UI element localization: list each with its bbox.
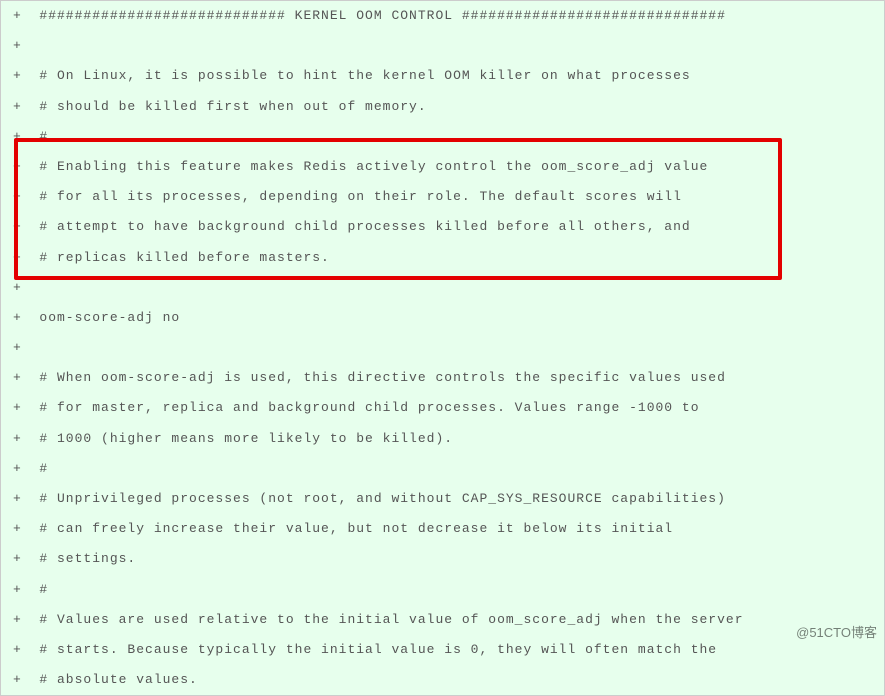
diff-code-block: + ############################ KERNEL OO… (0, 0, 885, 696)
diff-line: + # absolute values. (1, 665, 884, 695)
watermark-text: @51CTO博客 (796, 624, 877, 642)
diff-line: + # can freely increase their value, but… (1, 514, 884, 544)
diff-line: + (1, 31, 884, 61)
diff-line: + (1, 273, 884, 303)
diff-line: + ############################ KERNEL OO… (1, 1, 884, 31)
diff-line: + oom-score-adj no (1, 303, 884, 333)
diff-line: + (1, 333, 884, 363)
diff-line: + # Enabling this feature makes Redis ac… (1, 152, 884, 182)
diff-line: + # Unprivileged processes (not root, an… (1, 484, 884, 514)
diff-line: + # (1, 575, 884, 605)
diff-line: + # When oom-score-adj is used, this dir… (1, 363, 884, 393)
diff-line: + # settings. (1, 544, 884, 574)
diff-line: + # On Linux, it is possible to hint the… (1, 61, 884, 91)
diff-line: + # 1000 (higher means more likely to be… (1, 424, 884, 454)
diff-line: + # for all its processes, depending on … (1, 182, 884, 212)
diff-line: + # (1, 122, 884, 152)
diff-line: + # starts. Because typically the initia… (1, 635, 884, 665)
diff-line: + # Values are used relative to the init… (1, 605, 884, 635)
diff-line: + # replicas killed before masters. (1, 243, 884, 273)
diff-line: + # should be killed first when out of m… (1, 92, 884, 122)
diff-line: + # for master, replica and background c… (1, 393, 884, 423)
diff-line: + # attempt to have background child pro… (1, 212, 884, 242)
diff-line: + # (1, 454, 884, 484)
